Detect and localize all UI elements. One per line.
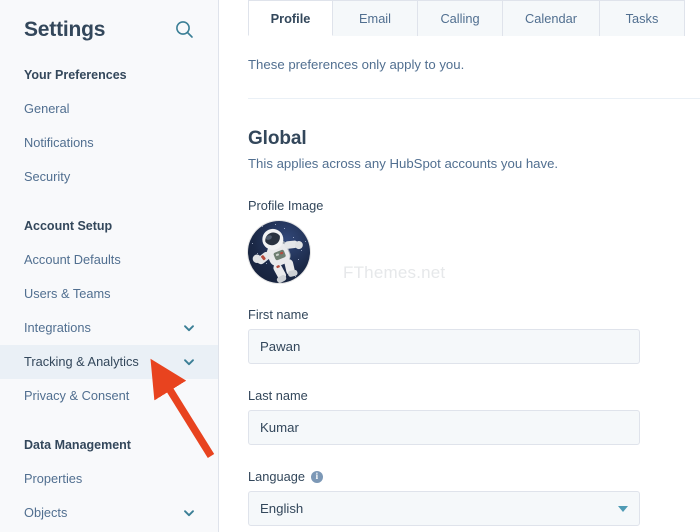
page-title: Settings <box>24 17 106 41</box>
intro-text: These preferences only apply to you. <box>248 57 465 72</box>
first-name-label-text: First name <box>248 307 309 322</box>
language-label: Language i <box>248 469 700 484</box>
profile-image-label: Profile Image <box>248 198 700 213</box>
tab-email[interactable]: Email <box>333 0 418 36</box>
chevron-down-icon <box>618 505 628 512</box>
sidebar-item-objects[interactable]: Objects <box>0 496 218 530</box>
nav-group-your-preferences: Your Preferences <box>24 68 127 82</box>
main-content: Profile Email Calling Calendar Tasks These p… <box>219 0 700 532</box>
tab-profile[interactable]: Profile <box>248 0 333 36</box>
settings-sidebar: Settings Your Preferences General Notifica… <box>0 0 219 532</box>
nav-group-account-setup: Account Setup <box>24 219 113 233</box>
settings-page: Settings Your Preferences General Notifica… <box>0 0 700 532</box>
sidebar-item-label: Users & Teams <box>24 286 111 301</box>
sidebar-item-properties[interactable]: Properties <box>0 462 218 496</box>
tab-calling[interactable]: Calling <box>418 0 503 36</box>
section-divider <box>248 98 700 99</box>
sidebar-item-label: Account Defaults <box>24 252 121 267</box>
sidebar-item-label: Tracking & Analytics <box>24 354 139 369</box>
info-icon[interactable]: i <box>310 470 323 483</box>
settings-tabs: Profile Email Calling Calendar Tasks <box>219 0 700 36</box>
last-name-label: Last name <box>248 388 700 403</box>
tab-label: Profile <box>270 10 311 26</box>
last-name-label-text: Last name <box>248 388 308 403</box>
sidebar-item-users-and-teams[interactable]: Users & Teams <box>0 277 218 311</box>
tab-tasks[interactable]: Tasks <box>600 0 685 36</box>
sidebar-item-label: Properties <box>24 471 83 486</box>
nav-group-data-management: Data Management <box>24 438 131 452</box>
language-field: Language i English <box>248 469 700 526</box>
tab-calendar[interactable]: Calendar <box>503 0 600 36</box>
section-subtitle: This applies across any HubSpot accounts… <box>248 156 559 171</box>
first-name-label: First name <box>248 307 700 322</box>
last-name-input[interactable]: Kumar <box>248 410 640 445</box>
sidebar-item-security[interactable]: Security <box>0 160 218 194</box>
sidebar-item-label: Privacy & Consent <box>24 388 130 403</box>
sidebar-item-general[interactable]: General <box>0 92 218 126</box>
language-select[interactable]: English <box>248 491 640 526</box>
astronaut-illustration <box>252 228 303 283</box>
watermark: FThemes.net <box>343 263 446 282</box>
sidebar-item-label: Objects <box>24 505 68 520</box>
section-title: Global <box>248 128 307 149</box>
sidebar-item-label: General <box>24 101 70 116</box>
sidebar-item-integrations[interactable]: Integrations <box>0 311 218 345</box>
search-icon[interactable] <box>172 18 196 42</box>
sidebar-item-privacy-and-consent[interactable]: Privacy & Consent <box>0 379 218 413</box>
avatar[interactable] <box>248 221 310 283</box>
sidebar-header: Settings <box>0 0 218 46</box>
sidebar-item-label: Security <box>24 169 71 184</box>
tab-label: Tasks <box>625 11 659 26</box>
first-name-input[interactable]: Pawan <box>248 329 640 364</box>
tab-label: Calendar <box>525 11 577 26</box>
sidebar-item-label: Notifications <box>24 135 94 150</box>
language-select-value: English <box>260 501 304 516</box>
chevron-down-icon[interactable] <box>182 321 196 335</box>
sidebar-item-label: Integrations <box>24 320 91 335</box>
tab-label: Email <box>359 11 391 26</box>
content-body: These preferences only apply to you. Glo… <box>219 36 700 526</box>
chevron-down-icon[interactable] <box>182 506 196 520</box>
form-fields: First name Pawan Last name Kumar <box>248 307 700 445</box>
sidebar-nav: Your Preferences General Notifications Secu… <box>0 46 218 530</box>
sidebar-item-tracking-and-analytics[interactable]: Tracking & Analytics <box>0 345 218 379</box>
last-name-field: Last name Kumar <box>248 388 700 445</box>
avatar-wrapper: FThemes.net <box>248 221 700 283</box>
language-label-text: Language <box>248 469 305 484</box>
sidebar-item-notifications[interactable]: Notifications <box>0 126 218 160</box>
tab-label: Calling <box>440 11 480 26</box>
first-name-field: First name Pawan <box>248 307 700 364</box>
profile-image-label-text: Profile Image <box>248 198 324 213</box>
chevron-down-icon[interactable] <box>182 355 196 369</box>
sidebar-item-account-defaults[interactable]: Account Defaults <box>0 243 218 277</box>
